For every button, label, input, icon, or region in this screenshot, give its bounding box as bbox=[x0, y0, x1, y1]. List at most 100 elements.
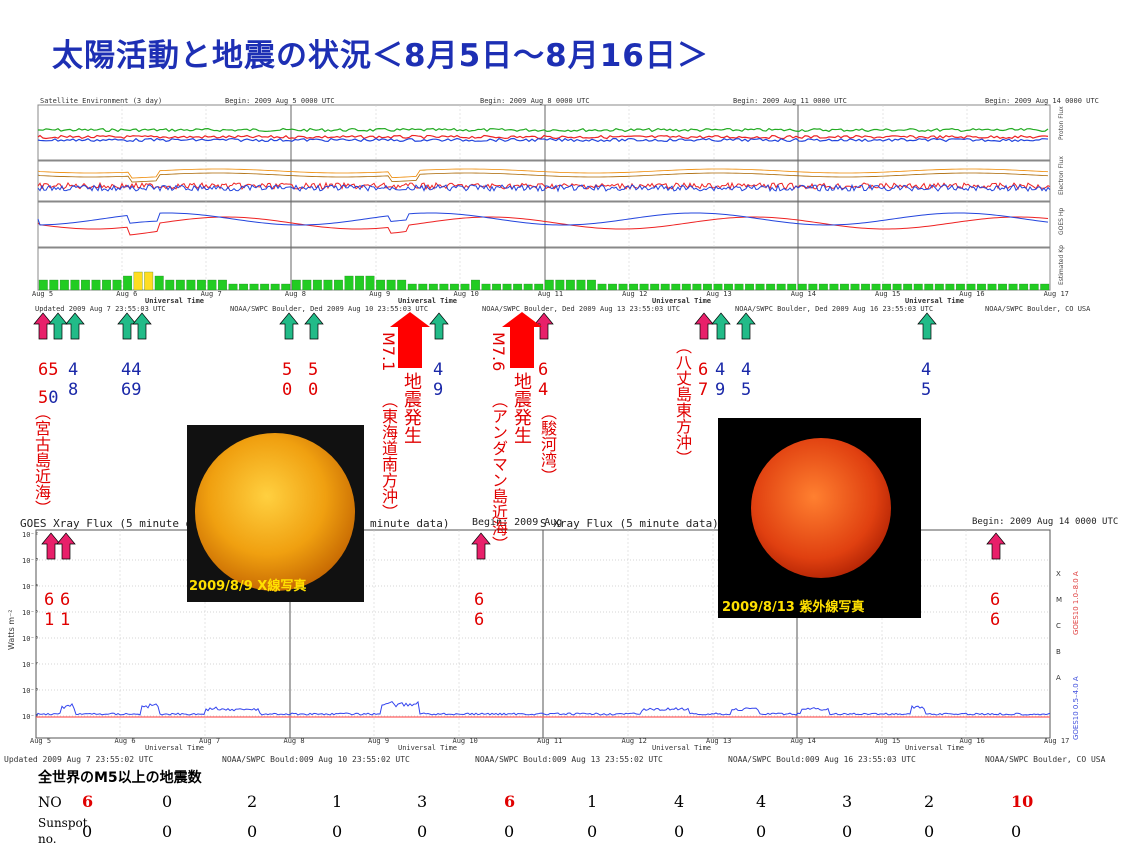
top-day-tick: Aug 9 bbox=[369, 290, 391, 298]
mag-6-6-b: 66 bbox=[990, 590, 1001, 630]
kp-bar bbox=[418, 283, 428, 291]
goes-xray-flux-chart: 10⁻² 10⁻³ 10⁻⁴ 10⁻⁵ 10⁻⁶ 10⁻⁷ 10⁻⁸ 10⁻⁹ … bbox=[7, 529, 1080, 740]
kp-bar bbox=[260, 283, 270, 291]
kp-bar bbox=[681, 283, 691, 291]
label-m76-text: 地震発生 bbox=[511, 372, 532, 444]
hp-line-0 bbox=[37, 216, 1049, 236]
mag-4-9: 49 bbox=[433, 360, 444, 400]
proton-line-0 bbox=[37, 127, 1049, 133]
xray-day-tick: Aug 6 bbox=[114, 737, 136, 745]
arrow-green-6 bbox=[304, 312, 324, 340]
electron-flux-label: Electron Flux bbox=[1058, 156, 1065, 195]
xray-footer-4: NOAA/SWPC Bould:009 Aug 16 23:55:03 UTC bbox=[728, 755, 916, 764]
arrow-pink-2 bbox=[534, 312, 554, 340]
mag-6-5-a: 65 bbox=[38, 360, 59, 380]
kp-bar bbox=[102, 279, 111, 291]
xray-day-tick: Aug 14 bbox=[790, 737, 816, 745]
xray-header-3: S Xray Flux (5 minute data) bbox=[540, 517, 719, 530]
kp-bar bbox=[165, 279, 175, 291]
arrow-pink-1 bbox=[33, 312, 53, 340]
page-title: 太陽活動と地震の状況＜8月5日～8月16日＞ bbox=[52, 38, 709, 74]
kp-bar bbox=[766, 283, 776, 291]
kp-bar bbox=[492, 283, 501, 291]
mag-4-9-b: 49 bbox=[715, 360, 726, 400]
mag-6-1-a: 61 bbox=[44, 590, 55, 630]
top-day-tick: Aug 6 bbox=[116, 290, 138, 298]
quake-count-cell: 1 bbox=[332, 792, 343, 811]
xray-day-tick: Aug 9 bbox=[368, 737, 390, 745]
xray-day-tick: Aug 8 bbox=[283, 737, 305, 745]
kp-bar bbox=[302, 279, 312, 291]
xray-universal-time-2: Universal Time bbox=[398, 744, 458, 752]
kp-bar bbox=[745, 283, 754, 291]
xray-footer-5: NOAA/SWPC Boulder, CO USA bbox=[985, 755, 1106, 764]
sun-xray-photo: 2009/8/9 X線写真 bbox=[187, 425, 364, 602]
sunspot-cell: 0 bbox=[674, 822, 685, 841]
kp-bar bbox=[471, 279, 480, 291]
kp-bar bbox=[133, 271, 143, 291]
xray-right-blue-label: GOES10 0.5–4.0 A bbox=[1072, 676, 1080, 740]
kp-bar bbox=[397, 279, 407, 291]
xray-day-tick: Aug 15 bbox=[875, 737, 901, 745]
kp-bar bbox=[734, 283, 744, 291]
label-hachijo: （八丈島東方沖） bbox=[673, 338, 692, 466]
kp-bar bbox=[481, 283, 491, 291]
sunspot-cell: 0 bbox=[924, 822, 935, 841]
top-footer-5: NOAA/SWPC Boulder, CO USA bbox=[985, 305, 1091, 313]
kp-bar bbox=[650, 283, 660, 291]
arrow-big-red-2 bbox=[502, 312, 542, 368]
kp-bar bbox=[428, 283, 438, 291]
xray-universal-time-1: Universal Time bbox=[145, 744, 205, 752]
label-andaman: （アンダマン島近海） bbox=[489, 392, 508, 552]
top-universal-time-4: Universal Time bbox=[905, 297, 965, 305]
proton-line-1 bbox=[37, 134, 1049, 140]
xray-day-tick: Aug 11 bbox=[537, 737, 563, 745]
sun-disk-uv bbox=[751, 438, 891, 578]
xray-begin-partial: Begin: 2009 Aug bbox=[472, 517, 563, 528]
kp-bar bbox=[334, 279, 343, 291]
row-label-no: NO bbox=[38, 795, 62, 811]
arrow-green-1 bbox=[48, 312, 68, 340]
sunspot-cell: 0 bbox=[1011, 822, 1022, 841]
quake-count-cell: 6 bbox=[504, 792, 516, 811]
kp-bar bbox=[776, 283, 786, 291]
arrow-green-4 bbox=[132, 312, 152, 340]
kp-bar bbox=[81, 279, 90, 291]
xray-ylabel: Watts m⁻² bbox=[7, 609, 16, 650]
arrow-green-9 bbox=[736, 312, 756, 340]
xray-ytick-1: 10⁻³ bbox=[22, 557, 39, 565]
xray-universal-time-4: Universal Time bbox=[905, 744, 965, 752]
kp-bar bbox=[597, 283, 607, 291]
top-day-tick: Aug 14 bbox=[790, 290, 816, 298]
label-miyako: （宮古島近海） bbox=[32, 404, 51, 516]
top-day-tick: Aug 8 bbox=[284, 290, 306, 298]
sunspot-cell: 0 bbox=[417, 822, 428, 841]
label-m76: M7.6 bbox=[489, 332, 508, 372]
kp-bar bbox=[987, 283, 997, 291]
top-day-tick: Aug 17 bbox=[1043, 290, 1069, 298]
kp-bar bbox=[861, 283, 870, 291]
sunspot-cell: 0 bbox=[332, 822, 343, 841]
top-footer-3: NOAA/SWPC Boulder, Ded 2009 Aug 13 23:55… bbox=[482, 305, 681, 313]
sun-xray-caption: 2009/8/9 X線写真 bbox=[189, 579, 307, 594]
mag-6-7: 67 bbox=[698, 360, 709, 400]
satellite-environment-chart: Proton Flux Electron Flux GOES Hp Estima… bbox=[37, 104, 1065, 291]
xray-ytick-5: 10⁻⁷ bbox=[22, 661, 39, 669]
top-footer-1: Updated 2009 Aug 7 23:55:03 UTC bbox=[35, 305, 166, 313]
class-a: A bbox=[1056, 674, 1061, 682]
arrow-green-5 bbox=[279, 312, 299, 340]
top-header-begin-1: Begin: 2009 Aug 5 0000 UTC bbox=[225, 97, 335, 105]
xray-begin-label: Begin: 2009 Aug 14 0000 UTC bbox=[972, 517, 1119, 527]
row-label-sunspot: Sunspot bbox=[38, 816, 88, 830]
kp-bar bbox=[523, 283, 533, 291]
quake-count-cell: 10 bbox=[1011, 792, 1034, 811]
mag-6-1-b: 61 bbox=[60, 590, 71, 630]
top-footer-2: NOAA/SWPC Boulder, Ded 2009 Aug 10 23:55… bbox=[230, 305, 429, 313]
top-universal-time-2: Universal Time bbox=[398, 297, 458, 305]
xray-footer-3: NOAA/SWPC Bould:009 Aug 13 23:55:02 UTC bbox=[475, 755, 663, 764]
kp-bar bbox=[38, 279, 48, 291]
kp-bar bbox=[608, 283, 617, 291]
kp-bar bbox=[407, 283, 417, 291]
estimated-kp-label: Estimated Kp bbox=[1058, 245, 1065, 285]
mag-5-0-b: 50 bbox=[282, 360, 293, 400]
